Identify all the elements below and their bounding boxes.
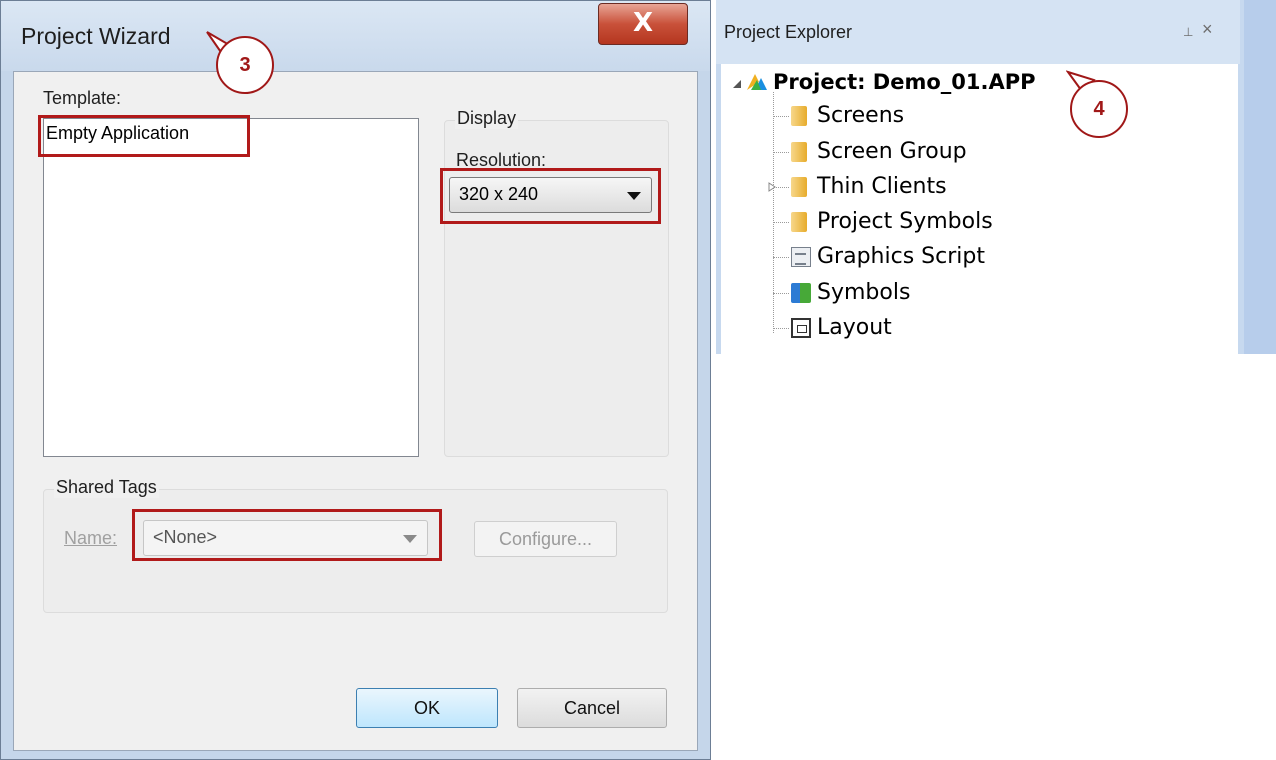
title-bar[interactable]: Project Wizard X — [1, 1, 710, 71]
tree-connector — [773, 257, 789, 258]
template-list[interactable]: Empty Application — [43, 118, 419, 457]
configure-button[interactable]: Configure... — [474, 521, 617, 557]
tree-item-thin-clients[interactable]: Thin Clients — [817, 174, 947, 199]
name-label: Name: — [64, 528, 118, 548]
tree-root-project[interactable]: Project: Demo_01.APP — [773, 70, 1036, 94]
callout-step-4: 4 — [1070, 80, 1128, 138]
tree-item-layout[interactable]: Layout — [817, 315, 892, 340]
folder-icon — [791, 106, 807, 126]
symbols-icon — [791, 283, 811, 303]
close-icon[interactable]: × — [1202, 19, 1213, 40]
app-icon — [747, 74, 767, 90]
tree-connector — [773, 328, 789, 329]
folder-icon — [791, 212, 807, 232]
callout-step-3: 3 — [216, 36, 274, 94]
tree-item-symbols[interactable]: Symbols — [817, 280, 910, 305]
tree-item-project-symbols[interactable]: Project Symbols — [817, 209, 993, 234]
tree-item-screen-group[interactable]: Screen Group — [817, 139, 967, 164]
script-icon — [791, 247, 811, 267]
cancel-button[interactable]: Cancel — [517, 688, 667, 728]
panel-edge — [1244, 0, 1276, 354]
highlight-shared-tags-name — [132, 509, 442, 561]
tree-connector — [773, 116, 789, 117]
template-label: Template: — [43, 88, 122, 108]
display-group-caption: Display — [455, 108, 519, 129]
project-explorer-panel: Project Explorer ⊥ × Project: Demo_01.AP… — [716, 0, 1276, 354]
tree-connector — [773, 293, 789, 294]
ok-button[interactable]: OK — [356, 688, 498, 728]
tree-item-screens[interactable]: Screens — [817, 103, 904, 128]
layout-icon — [791, 318, 811, 338]
dialog-title: Project Wizard — [21, 23, 171, 49]
tree-connector — [773, 222, 789, 223]
pin-icon[interactable]: ⊥ — [1183, 25, 1193, 39]
shared-tags-caption: Shared Tags — [54, 477, 159, 498]
folder-icon — [791, 142, 807, 162]
tree-item-graphics-script[interactable]: Graphics Script — [817, 244, 985, 269]
project-tree: Project: Demo_01.APP Screens Screen Grou… — [721, 64, 1238, 354]
folder-icon — [791, 177, 807, 197]
tree-connector — [773, 92, 774, 333]
explorer-title: Project Explorer — [724, 22, 853, 42]
project-wizard-dialog: Project Wizard X Template: Empty Applica… — [0, 0, 711, 760]
highlight-resolution — [440, 168, 661, 224]
expand-arrow-icon[interactable] — [768, 182, 776, 192]
explorer-header: Project Explorer ⊥ × — [716, 0, 1240, 64]
highlight-template — [38, 115, 250, 157]
collapse-arrow-icon[interactable] — [732, 79, 742, 89]
tree-connector — [773, 152, 789, 153]
close-button[interactable]: X — [598, 3, 688, 45]
